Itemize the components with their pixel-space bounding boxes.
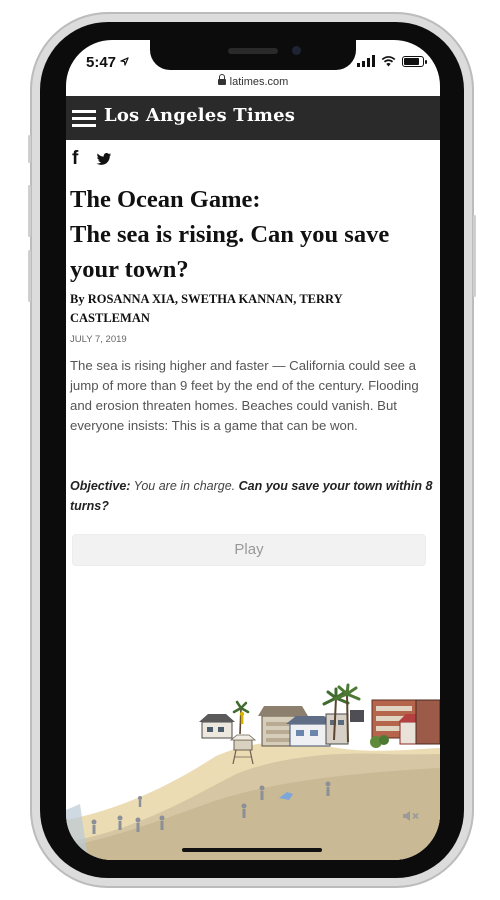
front-camera: [292, 46, 301, 55]
notch: [150, 40, 356, 70]
battery-icon: [402, 55, 427, 67]
site-header: Los Angeles Times: [66, 96, 440, 140]
objective-intro: You are in charge.: [130, 479, 239, 493]
article-headline: The Ocean Game: The sea is rising. Can y…: [70, 182, 434, 287]
byline: By ROSANNA XIA, SWETHA KANNAN, TERRY CAS…: [70, 292, 343, 325]
phone-screen: 5:47 latimes.com Los Angeles Times f The: [66, 40, 440, 860]
mute-icon[interactable]: [402, 810, 420, 822]
volume-up-button: [28, 185, 31, 237]
power-button: [473, 215, 476, 297]
wifi-icon: [381, 55, 396, 67]
location-arrow-icon: [120, 57, 129, 66]
publish-date: JULY 7, 2019: [70, 334, 127, 345]
url-bar[interactable]: latimes.com: [66, 74, 440, 88]
headline-line-2: The sea is rising. Can you save your tow…: [70, 221, 390, 283]
status-icons: [357, 55, 427, 67]
url-text: latimes.com: [229, 76, 289, 88]
facebook-icon[interactable]: f: [72, 148, 78, 170]
hamburger-icon[interactable]: [72, 108, 96, 128]
site-logo[interactable]: Los Angeles Times: [104, 105, 295, 126]
volume-down-button: [28, 250, 31, 302]
article-body: The sea is rising higher and faster — Ca…: [70, 358, 419, 433]
twitter-icon[interactable]: [96, 152, 112, 166]
share-bar: f: [72, 148, 112, 170]
play-button[interactable]: Play: [72, 534, 426, 566]
objective-label: Objective:: [70, 479, 131, 493]
beach-town-illustration: [66, 683, 440, 860]
headline-line-1: The Ocean Game:: [70, 186, 261, 213]
mute-switch: [28, 135, 31, 163]
lock-icon: [217, 74, 226, 85]
status-time: 5:47: [86, 54, 129, 71]
signal-icon: [357, 55, 375, 67]
home-indicator[interactable]: [182, 848, 322, 852]
objective-text: Objective: You are in charge. Can you sa…: [70, 476, 434, 516]
speaker-grille: [228, 48, 278, 54]
